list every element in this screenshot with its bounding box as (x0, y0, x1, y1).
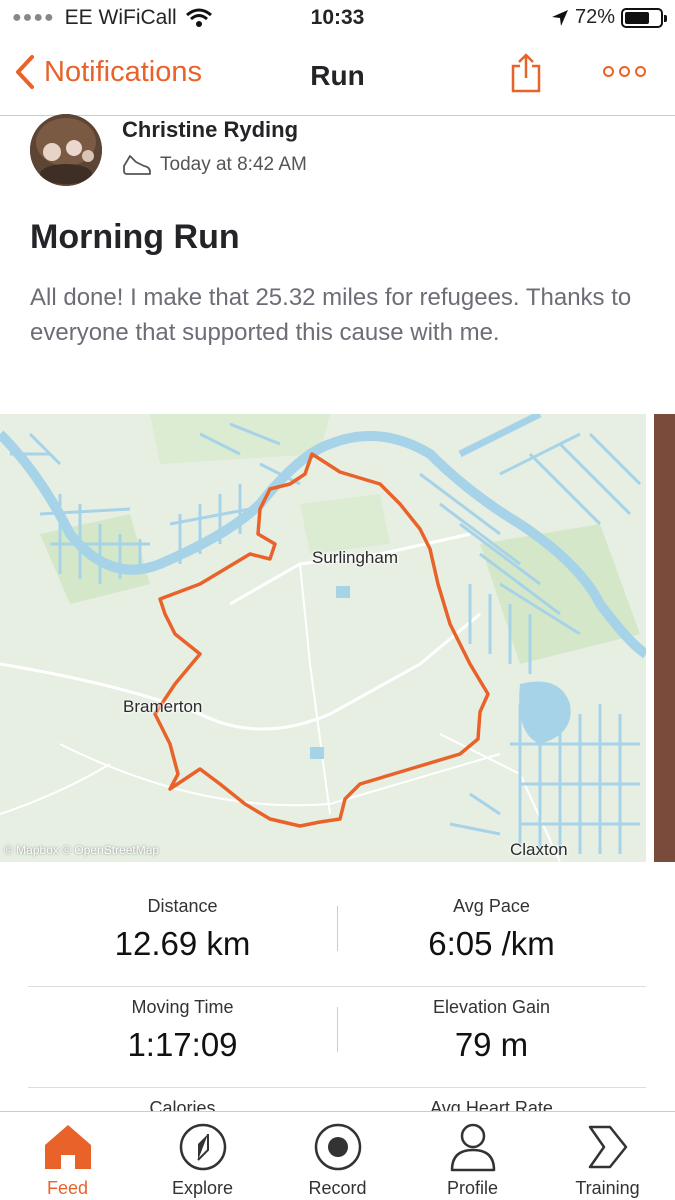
activity-title: Morning Run (30, 218, 240, 256)
stat-label: Distance (147, 896, 218, 916)
chevron-left-icon (16, 55, 34, 89)
activity-description: All done! I make that 25.32 miles for re… (30, 284, 632, 346)
share-icon (511, 53, 541, 93)
status-right: 72% (551, 6, 667, 29)
map-place-label: Claxton (510, 840, 568, 859)
stat-row: Moving Time 1:17:09 Elevation Gain 79 m (28, 987, 646, 1088)
tab-training[interactable]: Training (540, 1112, 675, 1200)
tab-explore[interactable]: Explore (135, 1112, 270, 1200)
stat-row: Distance 12.69 km Avg Pace 6:05 /km (28, 886, 646, 987)
tab-label: Record (308, 1178, 367, 1198)
stat-moving-time: Moving Time 1:17:09 (28, 987, 337, 1064)
stat-value: 79 m (454, 1026, 529, 1063)
more-options-button[interactable] (603, 66, 646, 77)
photo-peek[interactable] (654, 414, 675, 862)
avatar[interactable] (30, 114, 102, 186)
status-bar: ●●●● EE WiFiCall 10:33 72% (0, 0, 675, 38)
tab-profile[interactable]: Profile (405, 1112, 540, 1200)
stat-value: 1:17:09 (127, 1026, 238, 1063)
tab-bar: Feed Explore Record Profile Training (0, 1111, 675, 1200)
stat-value: 12.69 km (114, 925, 251, 962)
map-attribution: © Mapbox © OpenStreetMap (4, 843, 160, 857)
activity-timestamp: Today at 8:42 AM (160, 154, 307, 175)
dot-icon (635, 66, 646, 77)
map-place-label: Surlingham (312, 548, 398, 567)
navigation-bar: Notifications Run (0, 40, 675, 116)
dot-icon (603, 66, 614, 77)
tab-feed[interactable]: Feed (0, 1112, 135, 1200)
tab-label: Training (575, 1178, 640, 1198)
stat-avg-pace: Avg Pace 6:05 /km (337, 886, 646, 963)
stat-value: 6:05 /km (428, 925, 555, 962)
battery-percent: 72% (574, 6, 615, 28)
stat-label: Elevation Gain (432, 997, 551, 1017)
stat-distance: Distance 12.69 km (28, 886, 337, 963)
stat-elevation-gain: Elevation Gain 79 m (337, 987, 646, 1064)
map-place-label: Bramerton (123, 697, 203, 716)
location-arrow-icon (551, 9, 568, 26)
tab-label: Feed (46, 1178, 89, 1198)
activity-meta: Today at 8:42 AM (122, 154, 307, 176)
person-icon (450, 1123, 495, 1172)
tab-label: Profile (446, 1178, 499, 1198)
route-map[interactable]: Surlingham Bramerton Claxton (0, 414, 646, 862)
record-icon (314, 1123, 361, 1171)
training-icon (588, 1125, 627, 1169)
back-button[interactable]: Notifications (14, 54, 202, 90)
compass-icon (179, 1123, 226, 1171)
stat-label: Moving Time (131, 997, 234, 1017)
dot-icon (619, 66, 630, 77)
battery-icon (621, 7, 667, 28)
stat-label: Avg Pace (453, 896, 530, 916)
shoe-icon (123, 155, 151, 175)
tab-record[interactable]: Record (270, 1112, 405, 1200)
back-label: Notifications (44, 55, 202, 88)
tab-label: Explore (171, 1178, 234, 1198)
athlete-name[interactable]: Christine Ryding (122, 117, 298, 143)
share-button[interactable] (508, 52, 544, 99)
map-canvas (0, 414, 646, 862)
home-icon (44, 1125, 91, 1169)
